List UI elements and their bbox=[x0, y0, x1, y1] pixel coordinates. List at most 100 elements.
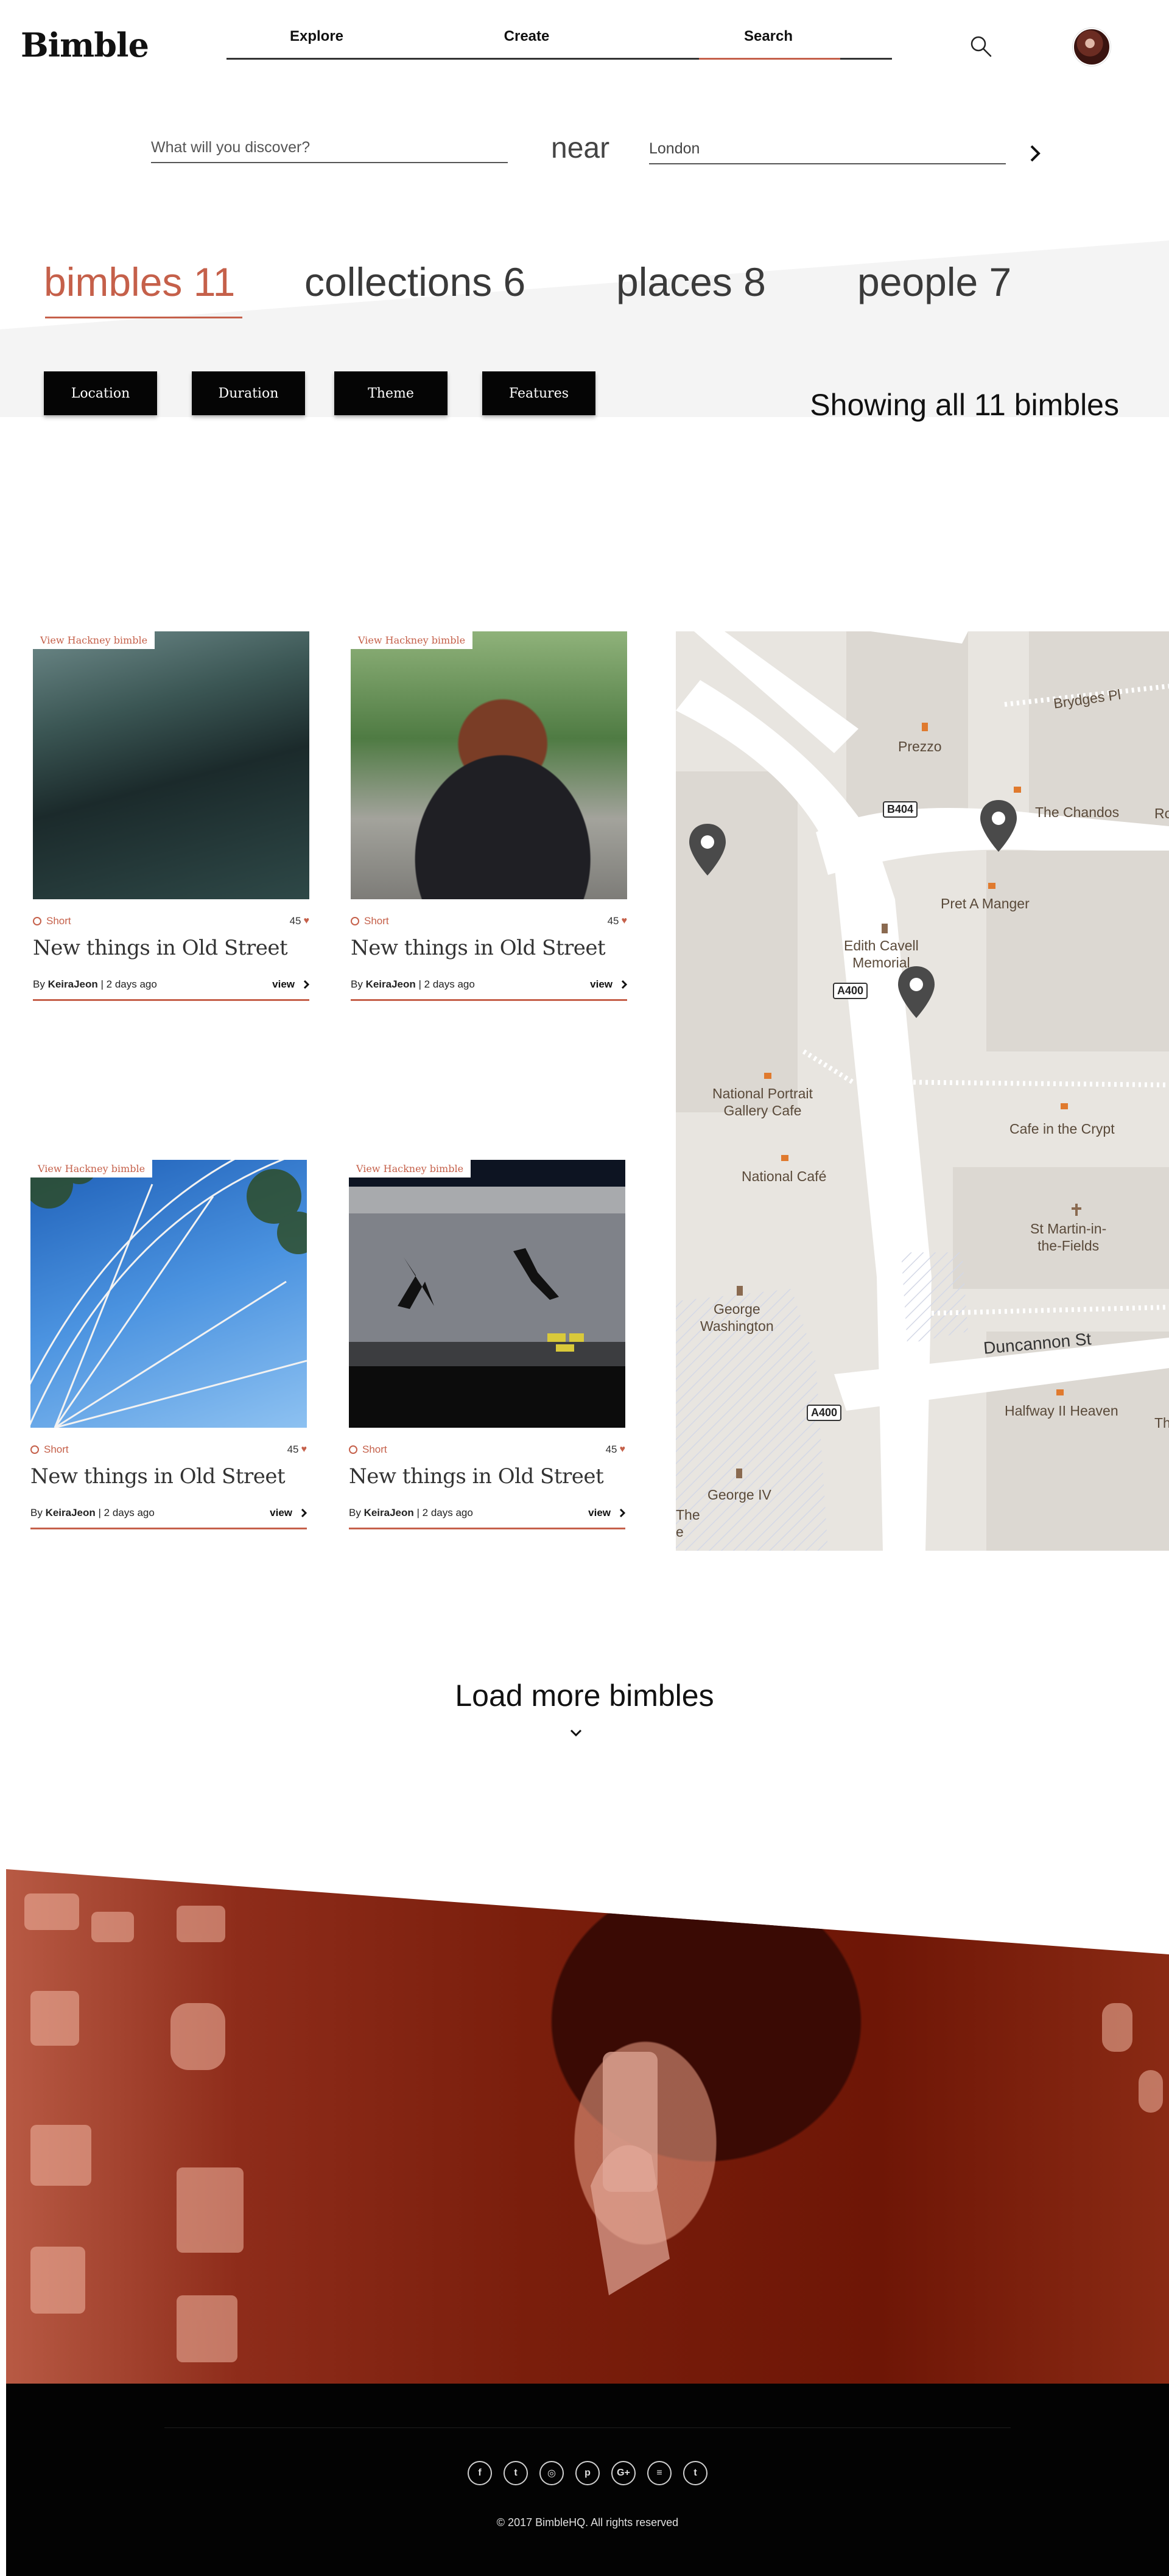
card-view-link[interactable]: view bbox=[588, 1507, 625, 1519]
footer: f t ◎ p G+ ≡ t © 2017 BimbleHQ. All righ… bbox=[6, 2384, 1169, 2576]
card-duration: Short bbox=[349, 1444, 387, 1456]
heart-icon: ♥ bbox=[621, 916, 628, 926]
map-label-prezzo: Prezzo bbox=[898, 739, 942, 754]
instagram-icon[interactable]: ◎ bbox=[539, 2461, 564, 2485]
chevron-down-icon[interactable] bbox=[569, 1728, 583, 1738]
search-near-input[interactable] bbox=[649, 135, 1006, 162]
street-illustration bbox=[398, 1248, 584, 1352]
card-image[interactable]: View Hackney bimble bbox=[30, 1160, 307, 1428]
bimble-card[interactable]: View Hackney bimble Short 45 ♥ New things… bbox=[30, 1160, 307, 1529]
map-label-npg-cafe: National Portrait Gallery Cafe bbox=[712, 1086, 813, 1118]
road-label-b404: B404 bbox=[883, 801, 918, 818]
footer-divider bbox=[164, 2427, 1011, 2428]
card-image[interactable]: View Hackney bimble bbox=[33, 631, 309, 899]
search-what-input[interactable] bbox=[151, 134, 508, 161]
card-author[interactable]: KeiraJeon bbox=[366, 978, 416, 990]
card-duration: Short bbox=[33, 915, 71, 927]
results-summary: Showing all 11 bimbles bbox=[810, 388, 1119, 422]
card-author[interactable]: KeiraJeon bbox=[46, 1507, 96, 1518]
card-byline: By KeiraJeon | 2 days ago bbox=[351, 978, 475, 990]
card-likes[interactable]: 45 ♥ bbox=[290, 915, 309, 927]
bimble-card[interactable]: View Hackney bimble Short 45 ♥ New things… bbox=[349, 1160, 625, 1529]
card-likes[interactable]: 45 ♥ bbox=[608, 915, 627, 927]
card-image[interactable]: View Hackney bimble bbox=[351, 631, 627, 899]
card-byline: By KeiraJeon | 2 days ago bbox=[349, 1507, 473, 1518]
ferris-wheel-illustration bbox=[30, 1160, 307, 1428]
map-label-halfway: Halfway II Heaven bbox=[1005, 1403, 1118, 1419]
nav-explore[interactable]: Explore bbox=[256, 28, 377, 45]
search-what-field[interactable] bbox=[151, 134, 508, 163]
map-label-the: The e bbox=[676, 1507, 700, 1540]
email-icon[interactable]: ≡ bbox=[647, 2461, 672, 2485]
map-label-th: Th bbox=[1154, 1415, 1169, 1431]
chevron-right-icon bbox=[303, 980, 309, 989]
card-author[interactable]: KeiraJeon bbox=[48, 978, 98, 990]
road-label-a400-top: A400 bbox=[833, 983, 868, 999]
tumblr-icon[interactable]: t bbox=[683, 2461, 707, 2485]
card-tag-link[interactable]: View Hackney bimble bbox=[349, 1160, 471, 1177]
map-label-george-washington: George Washington bbox=[700, 1301, 774, 1334]
map-label-national-cafe: National Café bbox=[742, 1168, 827, 1184]
map-label-george-iv: George IV bbox=[707, 1487, 771, 1503]
filter-theme-button[interactable]: Theme bbox=[334, 371, 448, 415]
card-view-link[interactable]: view bbox=[590, 978, 627, 991]
nav-active-indicator bbox=[699, 58, 840, 60]
tab-active-indicator bbox=[45, 317, 242, 318]
search-icon[interactable] bbox=[969, 34, 993, 58]
card-likes[interactable]: 45 ♥ bbox=[606, 1444, 625, 1456]
filter-location-button[interactable]: Location bbox=[44, 371, 157, 415]
hero-photo-band bbox=[6, 1869, 1169, 2384]
search-near-field[interactable] bbox=[649, 135, 1006, 164]
card-view-link[interactable]: view bbox=[270, 1507, 307, 1519]
hero-illustration bbox=[24, 1893, 1163, 2362]
chevron-right-icon[interactable] bbox=[1025, 141, 1045, 166]
card-byline: By KeiraJeon | 2 days ago bbox=[30, 1507, 155, 1518]
map-label-crypt: Cafe in the Crypt bbox=[1009, 1121, 1115, 1137]
filter-features-button[interactable]: Features bbox=[482, 371, 595, 415]
pinterest-icon[interactable]: p bbox=[575, 2461, 600, 2485]
card-byline: By KeiraJeon | 2 days ago bbox=[33, 978, 157, 990]
twitter-icon[interactable]: t bbox=[504, 2461, 528, 2485]
card-view-link[interactable]: view bbox=[272, 978, 309, 991]
logo[interactable]: Bimble bbox=[21, 26, 149, 65]
road-label-a400-bottom: A400 bbox=[807, 1405, 842, 1421]
tab-places[interactable]: places 8 bbox=[616, 259, 766, 305]
bimble-card[interactable]: View Hackney bimble Short 45 ♥ New things… bbox=[351, 631, 627, 1001]
card-title[interactable]: New things in Old Street bbox=[349, 1464, 625, 1489]
nav-create[interactable]: Create bbox=[466, 28, 588, 45]
card-title[interactable]: New things in Old Street bbox=[351, 936, 627, 960]
card-tag-link[interactable]: View Hackney bimble bbox=[30, 1160, 153, 1177]
map-label-chandos: The Chandos bbox=[1035, 804, 1120, 820]
facebook-icon[interactable]: f bbox=[468, 2461, 492, 2485]
tab-bimbles[interactable]: bimbles 11 bbox=[44, 259, 235, 305]
user-avatar[interactable] bbox=[1073, 28, 1111, 66]
main-nav: Explore Create Search bbox=[226, 24, 892, 60]
map-label-st-martin: St Martin-in- the-Fields bbox=[1030, 1221, 1107, 1254]
nav-search[interactable]: Search bbox=[707, 28, 829, 45]
card-duration: Short bbox=[30, 1444, 69, 1456]
map-label-pret: Pret A Manger bbox=[941, 896, 1030, 911]
map-label-edith: Edith Cavell Memorial bbox=[844, 938, 919, 970]
card-tag-link[interactable]: View Hackney bimble bbox=[33, 631, 155, 649]
heart-icon: ♥ bbox=[619, 1444, 626, 1455]
card-author[interactable]: KeiraJeon bbox=[364, 1507, 414, 1518]
results-map[interactable]: Brydges Pl Prezzo The Chandos Ro B404 Pr… bbox=[676, 631, 1169, 1551]
tab-people[interactable]: people 7 bbox=[857, 259, 1011, 305]
card-image[interactable]: View Hackney bimble bbox=[349, 1160, 625, 1428]
copyright: © 2017 BimbleHQ. All rights reserved bbox=[496, 2516, 679, 2529]
tab-collections[interactable]: collections 6 bbox=[304, 259, 525, 305]
card-likes[interactable]: 45 ♥ bbox=[287, 1444, 307, 1456]
google-plus-icon[interactable]: G+ bbox=[611, 2461, 636, 2485]
heart-icon: ♥ bbox=[301, 1444, 307, 1455]
near-label: near bbox=[551, 132, 610, 164]
bimble-card[interactable]: View Hackney bimble Short 45 ♥ New things… bbox=[33, 631, 309, 1001]
card-tag-link[interactable]: View Hackney bimble bbox=[351, 631, 473, 649]
card-title[interactable]: New things in Old Street bbox=[33, 936, 309, 960]
clock-icon bbox=[33, 917, 41, 925]
chevron-right-icon bbox=[619, 1508, 625, 1518]
card-title[interactable]: New things in Old Street bbox=[30, 1464, 307, 1489]
clock-icon bbox=[351, 917, 359, 925]
heart-icon: ♥ bbox=[303, 916, 310, 926]
filter-duration-button[interactable]: Duration bbox=[192, 371, 305, 415]
load-more-button[interactable]: Load more bimbles bbox=[0, 1678, 1169, 1713]
